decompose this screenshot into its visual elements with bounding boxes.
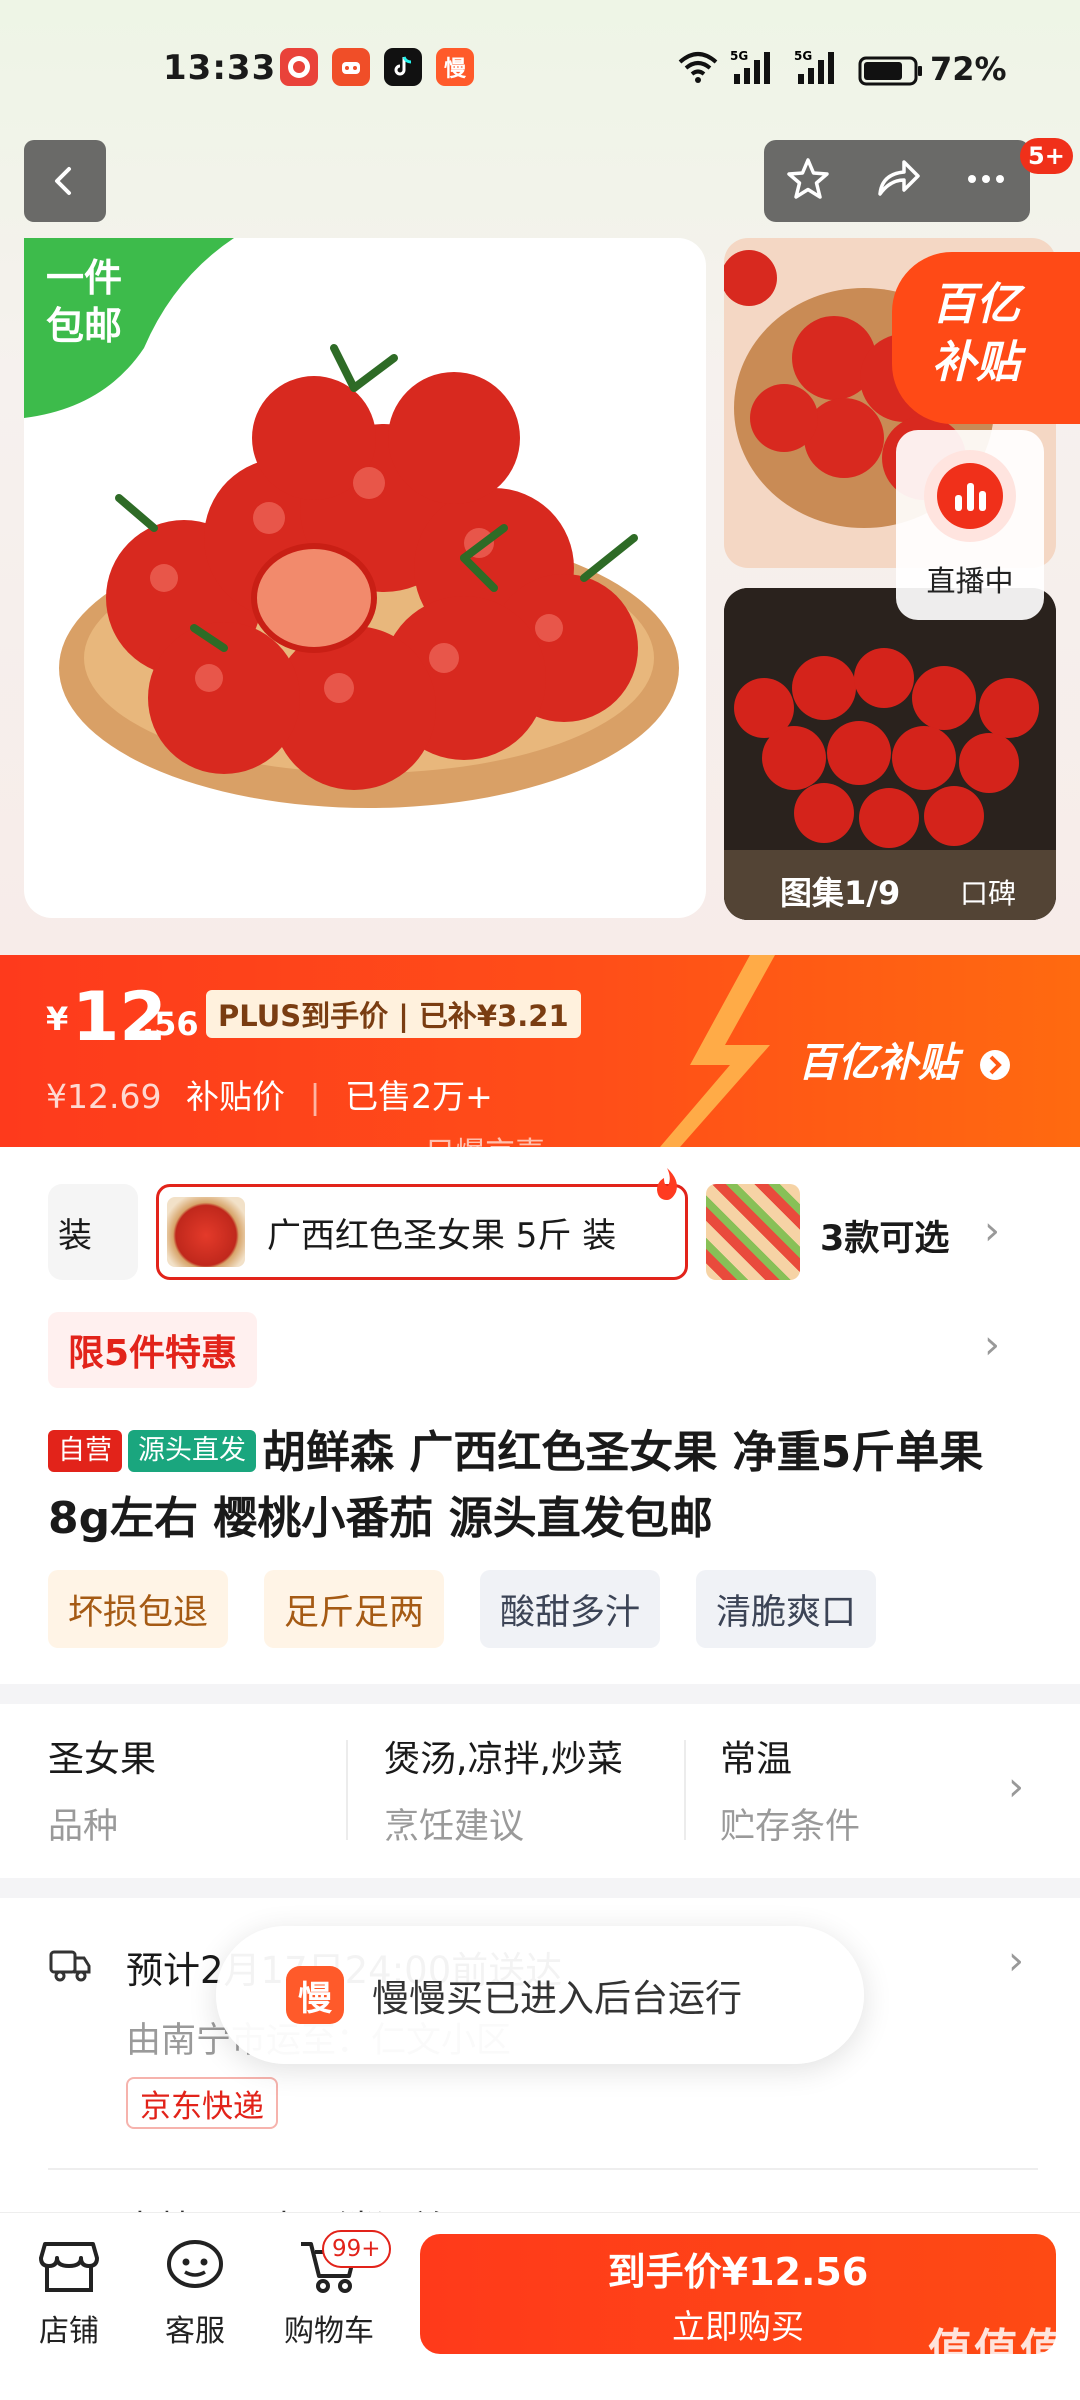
row-divider [48,2168,1038,2170]
variant-option-thumbnail[interactable] [706,1184,800,1280]
feature-tag: 清脆爽口 [696,1570,877,1648]
plus-price-tag: PLUS到手价 | 已补¥3.21 [206,990,581,1038]
news-app-icon [280,48,318,86]
spec-label: 烹饪建议 [384,1807,525,1847]
buy-button-label: 立即购买 [672,2306,804,2346]
self-operated-badge: 自营 [48,1430,122,1472]
spec-label: 贮存条件 [720,1807,861,1847]
variant-option-selected[interactable]: 广西红色圣女果 5斤 装 [156,1184,688,1280]
shop-button[interactable]: 店铺 [14,2236,124,2350]
chat-bubble-icon [167,2240,223,2288]
battery-icon [858,56,924,90]
subsidy-banner-text: 百亿补贴 [798,1040,958,1086]
live-stream-button[interactable]: 直播中 [896,430,1044,620]
chevron-right-icon: › [1008,1938,1024,1984]
more-button[interactable] [961,154,1011,208]
shop-label: 店铺 [39,2314,99,2349]
subsidy-price-label: 补贴价 [185,1077,285,1116]
subsidy-price: ¥12.69 [46,1077,162,1116]
manman-app-icon: 慢 [286,1966,344,2024]
live-icon-bg [924,450,1016,542]
service-label: 客服 [165,2314,225,2349]
manman-app-icon: 慢 [436,48,474,86]
customer-service-button[interactable]: 客服 [140,2236,250,2350]
status-time: 13:33 [163,48,277,88]
header-actions [764,140,1030,222]
more-dots-icon [967,175,1004,183]
variant-thumbnail [167,1197,245,1267]
background-running-toast: 慢 慢慢买已进入后台运行 [216,1926,864,2064]
reviews-tab[interactable]: 口碑 [960,872,1016,912]
section-divider [0,1878,1080,1898]
live-bars-icon [937,463,1003,529]
chevron-right-icon: › [984,1208,1000,1254]
promo-tag[interactable]: 限5件特惠 [48,1312,258,1388]
spec-separator [684,1740,686,1840]
chevron-right-circle-icon [979,1050,1010,1080]
price-decimal: .56 [142,1005,199,1043]
notification-badge: 5+ [1020,138,1073,174]
signal-5g-icon-2: 5G [794,48,844,90]
variant-selected-label: 广西红色圣女果 5斤 装 [267,1215,617,1256]
separator: | [309,1077,321,1116]
toast-icon-glyph: 慢 [298,1978,332,2019]
live-label: 直播中 [926,564,1014,598]
star-icon [787,158,830,199]
lightning-decoration [660,955,775,1147]
watermark-url: zhizhizhi.com [930,2368,1052,2389]
cart-count-badge: 99+ [322,2230,391,2268]
free-shipping-tag-text: 一件 包邮 [46,256,123,348]
manman-app-glyph: 慢 [443,57,466,82]
signal-5g-icon-1: 5G [730,48,780,90]
spec-value: 煲汤,凉拌,炒菜 [384,1739,623,1780]
chevron-left-icon [55,167,71,195]
variant-option-partial[interactable]: 装 [48,1184,138,1280]
promo-tag-label: 限5件特惠 [68,1333,238,1374]
spec-label: 品种 [48,1807,119,1847]
more-variants-label: 3款可选 [820,1219,950,1259]
share-button[interactable] [872,154,922,208]
back-button[interactable] [24,140,106,222]
price-currency: ¥ [46,1000,69,1038]
cart-label: 购物车 [284,2314,374,2349]
free-shipping-tag: 一件 包邮 [24,238,234,418]
subsidy-banner-link[interactable]: 百亿补贴 [798,1030,1012,1088]
gallery-counter: 图集1/9 [780,874,901,912]
hot-flame-icon [652,1166,682,1206]
feature-tag: 酸甜多汁 [480,1570,661,1648]
tagline: 只爆京喜 [425,1136,545,1171]
spec-value: 常温 [720,1739,793,1780]
chevron-right-icon: › [1008,1764,1024,1810]
wifi-icon [676,50,720,88]
buy-button-price: 到手价¥12.56 [607,2249,869,2294]
share-icon [878,160,920,196]
feature-tag: 足斤足两 [264,1570,445,1648]
express-badge: 京东快递 [126,2077,278,2129]
delivery-truck-icon [48,1944,92,1988]
spec-separator [346,1740,348,1840]
tiktok-app-icon [384,48,422,86]
store-icon [39,2242,99,2292]
battery-percent: 72% [930,50,1007,88]
subsidy-corner-badge: 百亿 补贴 [892,252,1080,424]
subsidy-corner-text: 百亿 补贴 [932,279,1020,388]
svg-text:5G: 5G [730,49,748,63]
game-app-icon [332,48,370,86]
source-direct-badge: 源头直发 [128,1430,256,1472]
product-title-block: 自营 源头直发 胡鲜森 广西红色圣女果 净重5斤单果8g左右 樱桃小番茄 源头直发包… [48,1420,1038,1552]
spec-value: 圣女果 [48,1739,157,1780]
toast-message: 慢慢买已进入后台运行 [372,1977,742,2020]
feature-tag: 坏损包退 [48,1570,229,1648]
more-variants-link[interactable]: 3款可选 [820,1210,949,1261]
variant-partial-label: 装 [58,1215,92,1256]
subsidy-price-line: ¥12.69 补贴价 | 已售2万+ [46,1070,493,1118]
chevron-right-icon: › [984,1322,1000,1368]
sold-count: 已售2万+ [345,1077,493,1116]
section-divider [0,1684,1080,1704]
favorite-button[interactable] [783,154,833,208]
svg-text:5G: 5G [794,49,812,63]
